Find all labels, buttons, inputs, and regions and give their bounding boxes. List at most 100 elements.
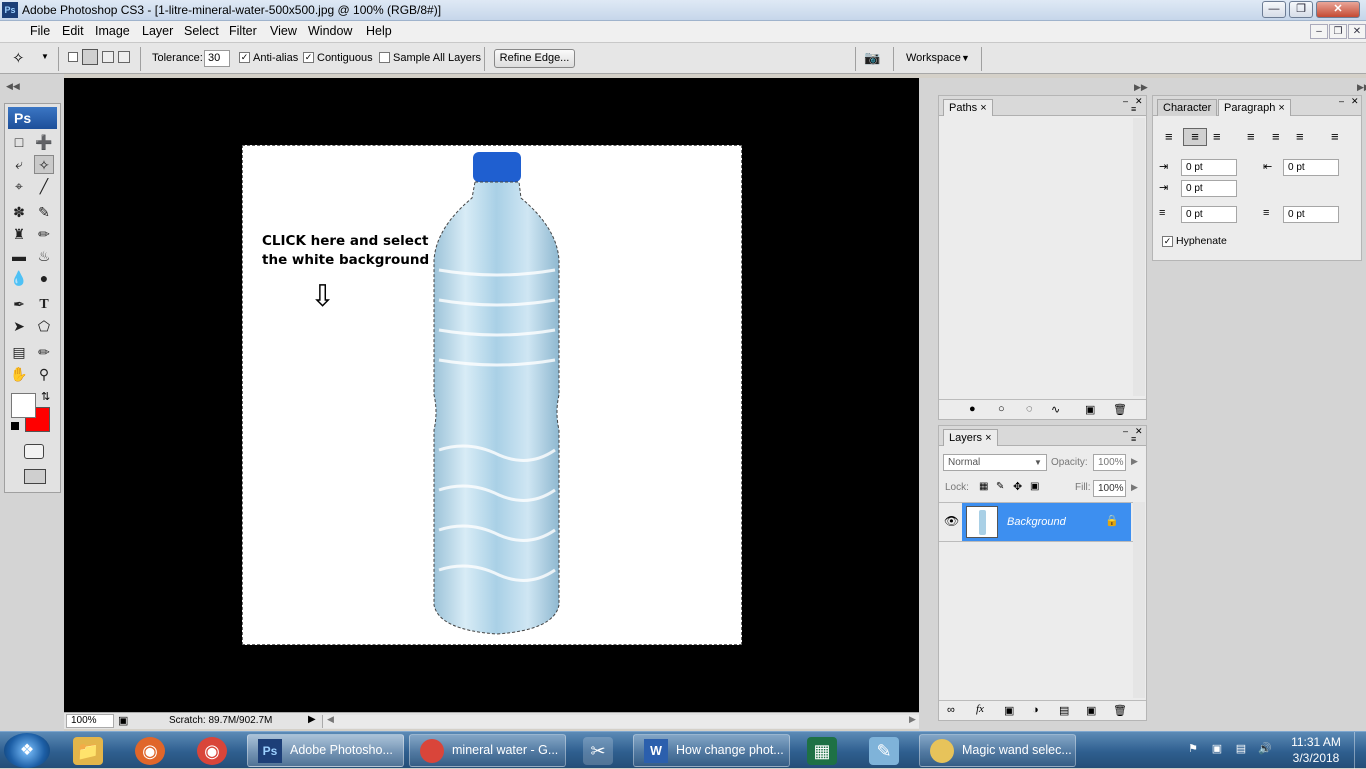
chevron-down-icon[interactable]: ▼ (1034, 455, 1042, 470)
indent-first-line-input[interactable]: 0 pt (1181, 180, 1237, 197)
tab-character[interactable]: Character (1157, 99, 1218, 116)
menu-select[interactable]: Select (184, 24, 219, 38)
delete-path-icon[interactable]: 🗑 (1113, 403, 1127, 416)
eraser-tool-icon[interactable]: ▬ (9, 247, 29, 266)
eyedropper-icon[interactable]: ✏ (34, 343, 54, 362)
eye-icon[interactable]: 👁 (944, 514, 959, 528)
scroll-left-icon[interactable]: ◀ (327, 714, 334, 725)
history-brush-icon[interactable]: ✏ (34, 225, 54, 244)
slice-tool-icon[interactable]: ╱ (34, 177, 54, 196)
volume-icon[interactable]: 🔊 (1257, 741, 1273, 757)
panel-menu-icon[interactable]: ≡ (1131, 434, 1136, 444)
justify-last-center-icon[interactable]: ≡ (1272, 129, 1280, 144)
opacity-arrow-icon[interactable]: ▶ (1131, 456, 1138, 467)
tab-layers[interactable]: Layers × (943, 429, 998, 446)
taskbar-chrome-button[interactable]: mineral water - G... (409, 734, 566, 767)
subtract-selection-icon[interactable] (102, 51, 114, 63)
snipping-tool-icon[interactable]: ✂ (583, 737, 613, 765)
pen-tool-icon[interactable]: ✒ (9, 295, 29, 314)
action-center-icon[interactable]: ⚑ (1185, 741, 1201, 757)
excel-icon[interactable]: ▦ (807, 737, 837, 765)
contiguous-checkbox[interactable]: ✓ (303, 52, 314, 63)
horizontal-scrollbar[interactable]: ◀ ▶ (322, 714, 919, 728)
menu-filter[interactable]: Filter (229, 24, 257, 38)
panel-menu-icon[interactable]: ≡ (1131, 104, 1136, 114)
network-icon[interactable]: ▤ (1233, 741, 1249, 757)
anti-alias-checkbox[interactable]: ✓ (239, 52, 250, 63)
device-icon[interactable]: ▣ (1209, 741, 1225, 757)
path-selection-icon[interactable]: ➤ (9, 317, 29, 336)
fill-arrow-icon[interactable]: ▶ (1131, 482, 1138, 493)
fill-input[interactable]: 100% (1093, 480, 1126, 497)
chevron-down-icon[interactable]: ▼ (961, 53, 970, 63)
expand-panels-icon[interactable]: ▶▶ (1134, 82, 1148, 93)
justify-last-left-icon[interactable]: ≡ (1247, 129, 1255, 144)
align-left-icon[interactable]: ≡ (1165, 129, 1173, 144)
history-icon[interactable]: ▣ (118, 714, 128, 727)
menu-layer[interactable]: Layer (142, 24, 173, 38)
notepad-icon[interactable]: ✎ (869, 737, 899, 765)
magic-wand-preset-icon[interactable]: ✧ (12, 49, 32, 67)
delete-layer-icon[interactable]: 🗑 (1113, 704, 1127, 717)
panel-minimize-icon[interactable]: – (1123, 426, 1128, 436)
file-explorer-icon[interactable]: 📁 (73, 737, 103, 765)
move-tool-icon[interactable]: ➕ (34, 133, 54, 152)
notes-tool-icon[interactable]: ▤ (9, 343, 29, 362)
expand-panels-icon[interactable]: ▶▶ (1357, 82, 1366, 93)
indent-left-input[interactable]: 0 pt (1181, 159, 1237, 176)
chevron-down-icon[interactable]: ▼ (41, 52, 49, 61)
panel-minimize-icon[interactable]: – (1123, 96, 1128, 106)
intersect-selection-icon[interactable] (118, 51, 130, 63)
custom-shape-icon[interactable]: ⬠ (34, 317, 54, 336)
zoom-tool-icon[interactable]: ⚲ (34, 365, 54, 384)
load-selection-icon[interactable]: ◌ (1026, 403, 1033, 415)
hyphenate-checkbox[interactable]: ✓ (1162, 236, 1173, 247)
close-button[interactable]: ✕ (1316, 1, 1360, 18)
tab-paths[interactable]: Paths × (943, 99, 993, 116)
tolerance-input[interactable]: 30 (204, 50, 230, 67)
align-right-icon[interactable]: ≡ (1213, 129, 1221, 144)
default-colors-icon[interactable] (11, 422, 19, 430)
crop-tool-icon[interactable]: ⌖ (9, 177, 29, 196)
layer-style-icon[interactable]: fx (976, 703, 984, 715)
fill-path-icon[interactable]: ● (969, 403, 976, 415)
paint-bucket-icon[interactable]: ♨ (34, 247, 54, 266)
menu-help[interactable]: Help (366, 24, 392, 38)
opacity-input[interactable]: 100% (1093, 454, 1126, 471)
minimize-button[interactable]: — (1262, 1, 1286, 18)
show-desktop-button[interactable] (1354, 732, 1366, 769)
screen-mode-icon[interactable] (24, 469, 46, 484)
layer-name[interactable]: Background (1007, 516, 1066, 528)
swap-colors-icon[interactable]: ⇅ (41, 390, 50, 403)
start-button[interactable]: ❖ (4, 733, 50, 768)
sample-all-layers-checkbox[interactable] (379, 52, 390, 63)
doc-minimize-button[interactable]: – (1310, 24, 1328, 39)
workspace-menu[interactable]: Workspace (906, 52, 961, 64)
new-path-icon[interactable]: ▣ (1085, 403, 1095, 416)
chrome-icon[interactable]: ◉ (197, 737, 227, 765)
magic-wand-tool-icon[interactable]: ✧ (34, 155, 54, 174)
healing-brush-icon[interactable]: ✽ (9, 203, 29, 222)
new-group-icon[interactable]: ▤ (1059, 704, 1069, 717)
link-layers-icon[interactable]: ∞ (947, 704, 955, 716)
foreground-color-swatch[interactable] (11, 393, 36, 418)
lasso-tool-icon[interactable]: ⤶ (9, 155, 29, 174)
menu-view[interactable]: View (270, 24, 297, 38)
justify-last-right-icon[interactable]: ≡ (1296, 129, 1304, 144)
lock-pixels-icon[interactable]: ✎ (996, 481, 1004, 492)
tab-paragraph[interactable]: Paragraph × (1218, 99, 1291, 116)
brush-tool-icon[interactable]: ✎ (34, 203, 54, 222)
status-menu-arrow-icon[interactable]: ▶ (308, 714, 316, 725)
layer-row-background[interactable]: 👁 Background 🔒 (939, 502, 1133, 542)
lock-transparent-icon[interactable]: ▦ (979, 481, 988, 492)
layers-scrollbar[interactable] (1133, 502, 1145, 698)
menu-file[interactable]: File (30, 24, 50, 38)
blend-mode-select[interactable]: Normal ▼ (943, 454, 1047, 471)
taskbar-word-button[interactable]: W How change phot... (633, 734, 790, 767)
paths-scrollbar[interactable] (1133, 118, 1145, 396)
align-center-icon[interactable]: ≡ (1183, 128, 1207, 146)
bridge-icon[interactable]: 📷 (864, 50, 886, 67)
doc-restore-button[interactable]: ❐ (1329, 24, 1347, 39)
marquee-tool-icon[interactable]: □ (9, 133, 29, 152)
taskbar-photoshop-button[interactable]: Ps Adobe Photosho... (247, 734, 404, 767)
